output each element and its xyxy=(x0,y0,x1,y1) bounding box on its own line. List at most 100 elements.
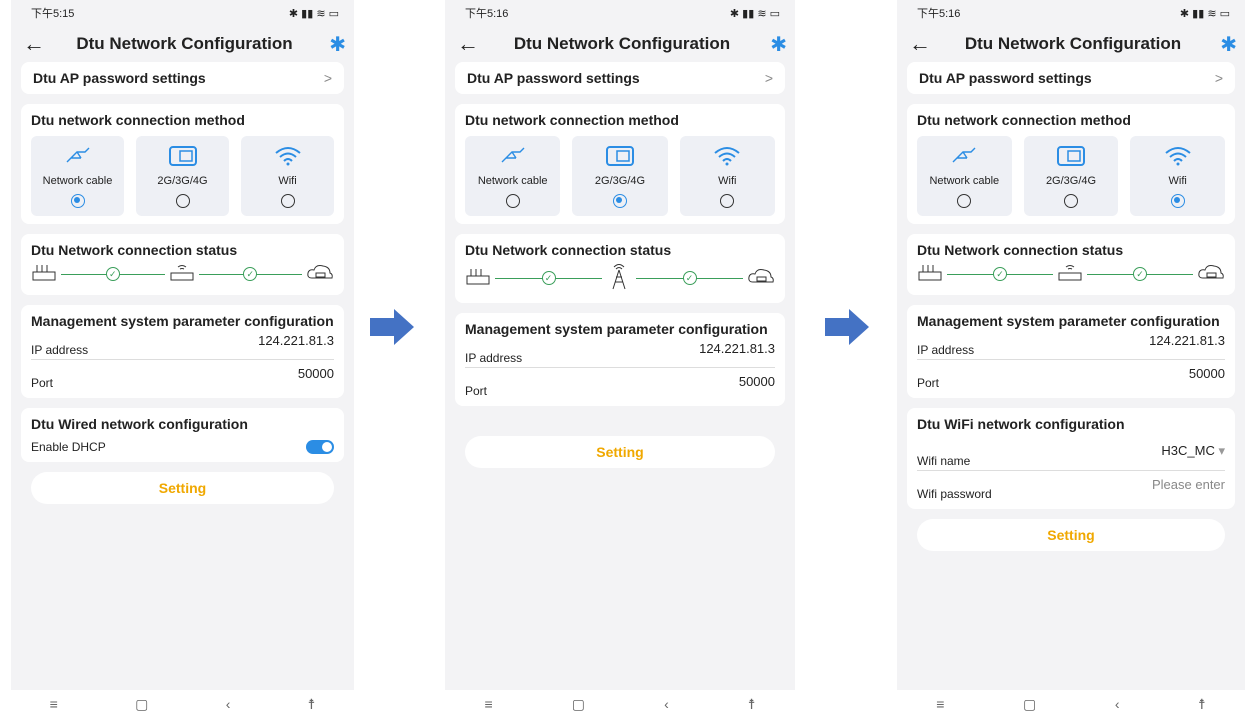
wifi-password-row[interactable]: Wifi password Please enter xyxy=(917,473,1225,501)
port-row[interactable]: Port 50000 xyxy=(465,370,775,398)
method-label: Wifi xyxy=(278,174,297,187)
signal-tower-icon xyxy=(606,262,632,295)
page-title: Dtu Network Configuration xyxy=(76,34,293,53)
method-wifi[interactable]: Wifi xyxy=(679,136,775,216)
port-label: Port xyxy=(465,384,488,398)
section-title: Dtu network connection method xyxy=(31,112,245,128)
status-time: 下午5:15 xyxy=(31,8,75,20)
radio-unselected[interactable] xyxy=(1064,193,1078,208)
chevron-right-icon: > xyxy=(764,70,773,86)
method-cellular[interactable]: 2G/3G/4G xyxy=(136,136,229,216)
connection-method-card: Dtu network connection method Network ca… xyxy=(907,104,1235,224)
port-value[interactable]: 50000 xyxy=(298,366,334,381)
router-icon xyxy=(1057,262,1083,287)
ap-password-settings[interactable]: Dtu AP password settings > xyxy=(21,62,344,94)
status-bar: 下午5:15 ✱ ▮▮ ≋ ▭ xyxy=(11,0,354,26)
parameter-config-card: Management system parameter configuratio… xyxy=(21,305,344,398)
method-label: 2G/3G/4G xyxy=(157,174,208,187)
radio-unselected[interactable] xyxy=(957,193,972,208)
method-network-cable[interactable]: Network cable xyxy=(917,136,1012,216)
back-icon[interactable]: ‹ xyxy=(226,696,231,712)
check-circle-icon: ✓ xyxy=(541,271,556,285)
cloud-server-icon xyxy=(1197,262,1225,287)
status-bar: 下午5:16 ✱ ▮▮ ≋ ▭ xyxy=(445,0,795,26)
cloud-server-icon xyxy=(306,262,334,287)
status-time: 下午5:16 xyxy=(917,8,961,20)
port-row[interactable]: Port 50000 xyxy=(917,362,1225,390)
home-icon[interactable]: ▢ xyxy=(135,696,148,713)
parameter-config-card: Management system parameter configuratio… xyxy=(455,313,785,406)
check-circle-icon: ✓ xyxy=(1133,267,1147,281)
screen-wifi: 下午5:16 ✱ ▮▮ ≋ ▭ ← Dtu Network Configurati… xyxy=(897,0,1245,718)
wifi-name-row[interactable]: Wifi name H3C_MC ▾ xyxy=(917,440,1225,468)
ip-label: IP address xyxy=(31,343,89,357)
method-wifi[interactable]: Wifi xyxy=(241,136,334,216)
ip-row[interactable]: IP address 124.221.81.3 xyxy=(917,329,1225,357)
ip-row[interactable]: IP address 124.221.81.3 xyxy=(465,337,775,365)
dtu-device-icon xyxy=(465,266,491,291)
bluetooth-icon[interactable]: ✱ xyxy=(1207,32,1237,57)
back-arrow-icon[interactable]: ← xyxy=(909,33,939,55)
setting-button[interactable]: Setting xyxy=(465,436,775,468)
radio-unselected[interactable] xyxy=(720,193,735,208)
menu-icon[interactable]: ≡ xyxy=(485,696,493,712)
ap-password-settings[interactable]: Dtu AP password settings > xyxy=(455,62,785,94)
radio-unselected[interactable] xyxy=(280,193,295,208)
accessibility-icon[interactable]: ☨ xyxy=(748,696,756,713)
port-value[interactable]: 50000 xyxy=(739,374,775,389)
accessibility-icon[interactable]: ☨ xyxy=(1198,696,1206,713)
router-icon xyxy=(169,262,195,287)
port-label: Port xyxy=(917,376,940,390)
section-title: Dtu Network connection status xyxy=(465,242,672,258)
dtu-device-icon xyxy=(31,262,57,287)
ip-row[interactable]: IP address 124.221.81.3 xyxy=(31,329,334,357)
section-title: Dtu Network connection status xyxy=(917,242,1124,258)
ip-label: IP address xyxy=(917,343,975,357)
radio-selected[interactable] xyxy=(70,193,85,208)
radio-unselected[interactable] xyxy=(505,193,520,208)
ip-value[interactable]: 124.221.81.3 xyxy=(258,333,334,348)
ip-value[interactable]: 124.221.81.3 xyxy=(699,341,775,356)
ip-value[interactable]: 124.221.81.3 xyxy=(1149,333,1225,348)
bluetooth-icon[interactable]: ✱ xyxy=(316,32,346,57)
ip-label: IP address xyxy=(465,351,523,365)
menu-icon[interactable]: ≡ xyxy=(936,696,944,712)
sim-card-icon xyxy=(1056,144,1086,168)
flow-arrow-2 xyxy=(825,309,869,345)
wifi-name-select[interactable]: H3C_MC ▾ xyxy=(1161,443,1225,459)
section-title: Dtu Wired network configuration xyxy=(31,416,248,432)
method-cellular[interactable]: 2G/3G/4G xyxy=(572,136,668,216)
radio-selected[interactable] xyxy=(1170,193,1185,208)
back-arrow-icon[interactable]: ← xyxy=(457,33,487,55)
bluetooth-icon[interactable]: ✱ xyxy=(757,32,787,57)
port-row[interactable]: Port 50000 xyxy=(31,362,334,390)
back-icon[interactable]: ‹ xyxy=(664,696,669,712)
back-icon[interactable]: ‹ xyxy=(1115,696,1120,712)
method-cellular[interactable]: 2G/3G/4G xyxy=(1023,136,1119,216)
check-circle-icon: ✓ xyxy=(682,271,697,285)
dtu-device-icon xyxy=(917,262,943,287)
setting-button[interactable]: Setting xyxy=(917,519,1225,551)
wifi-config-card: Dtu WiFi network configuration Wifi name… xyxy=(907,408,1235,509)
radio-unselected[interactable] xyxy=(175,193,190,208)
status-time: 下午5:16 xyxy=(465,8,509,20)
method-wifi[interactable]: Wifi xyxy=(1130,136,1226,216)
back-arrow-icon[interactable]: ← xyxy=(23,33,53,55)
dhcp-toggle[interactable] xyxy=(306,440,334,454)
method-network-cable[interactable]: Network cable xyxy=(465,136,561,216)
setting-button[interactable]: Setting xyxy=(31,472,334,504)
menu-icon[interactable]: ≡ xyxy=(50,696,58,712)
check-circle-icon: ✓ xyxy=(993,267,1007,281)
wifi-password-input[interactable]: Please enter xyxy=(1152,477,1225,492)
method-network-cable[interactable]: Network cable xyxy=(31,136,124,216)
radio-selected[interactable] xyxy=(612,193,627,208)
accessibility-icon[interactable]: ☨ xyxy=(308,696,316,713)
screen-wired: 下午5:15 ✱ ▮▮ ≋ ▭ ← Dtu Network Configurati… xyxy=(11,0,354,718)
home-icon[interactable]: ▢ xyxy=(572,696,585,713)
home-icon[interactable]: ▢ xyxy=(1023,696,1036,713)
ap-password-settings[interactable]: Dtu AP password settings > xyxy=(907,62,1235,94)
check-circle-icon: ✓ xyxy=(105,267,120,281)
chevron-right-icon: > xyxy=(1214,70,1223,86)
flow-arrow-1 xyxy=(370,309,414,345)
port-value[interactable]: 50000 xyxy=(1189,366,1225,381)
